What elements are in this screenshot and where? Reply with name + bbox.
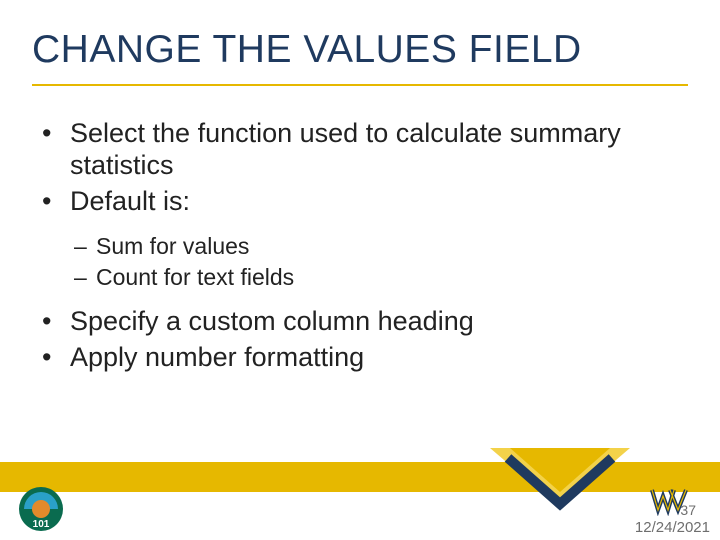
sub-bullet-item: Count for text fields (34, 263, 680, 292)
bullet-item: Default is: (34, 186, 680, 218)
bullet-list: Specify a custom column heading Apply nu… (34, 306, 680, 374)
sub-bullet-list: Sum for values Count for text fields (34, 232, 680, 293)
bullet-list: Select the function used to calculate su… (34, 118, 680, 218)
slide: CHANGE THE VALUES FIELD Select the funct… (0, 0, 720, 540)
date-stamp: 12/24/2021 (635, 519, 710, 536)
sub-bullet-item: Sum for values (34, 232, 680, 261)
slide-title: CHANGE THE VALUES FIELD (32, 28, 688, 72)
bullet-item: Specify a custom column heading (34, 306, 680, 338)
content-area: Select the function used to calculate su… (34, 118, 680, 378)
title-underline (32, 84, 688, 86)
bullet-item: Select the function used to calculate su… (34, 118, 680, 182)
svg-text:101: 101 (33, 519, 50, 530)
bullet-item: Apply number formatting (34, 342, 680, 374)
course-logo-icon: 101 (18, 486, 64, 532)
slide-number: 37 (680, 502, 696, 518)
accent-band (0, 462, 720, 492)
footer-area (0, 492, 720, 540)
